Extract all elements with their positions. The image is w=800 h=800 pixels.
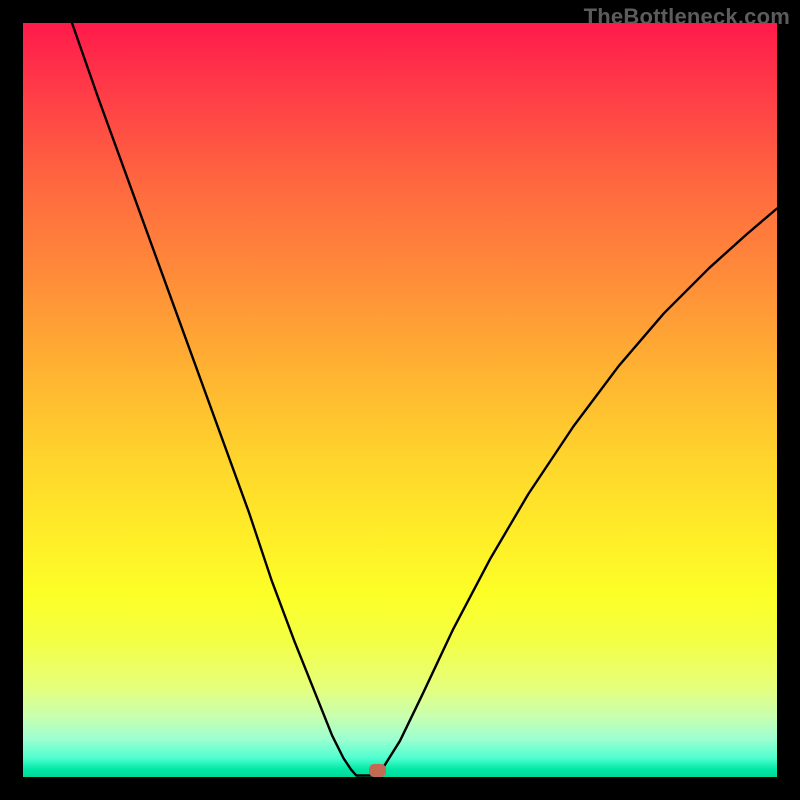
optimum-marker xyxy=(369,764,386,777)
plot-area xyxy=(23,23,777,777)
bottleneck-curve xyxy=(23,23,777,777)
chart-frame: TheBottleneck.com xyxy=(0,0,800,800)
